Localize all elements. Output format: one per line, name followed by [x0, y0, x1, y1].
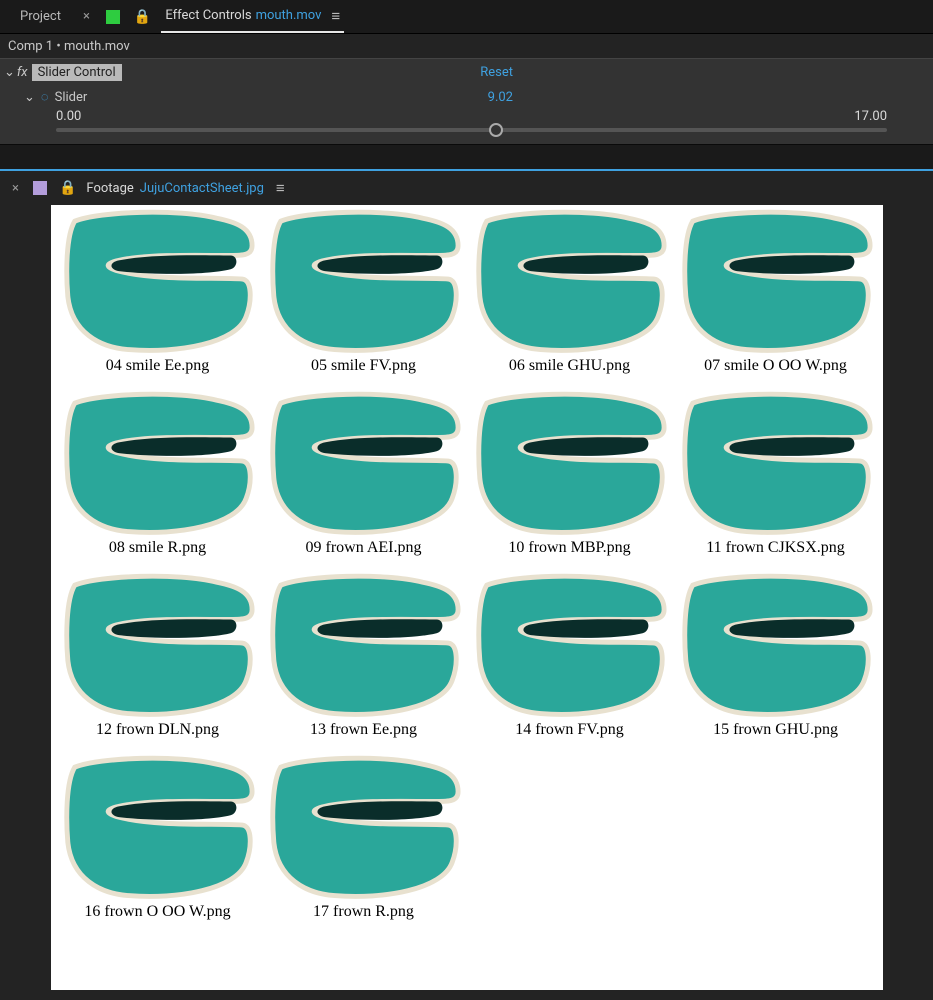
contact-sheet-cell: 14 frown FV.png [471, 569, 669, 745]
tab-effect-controls[interactable]: Effect Controls mouth.mov ≡ [161, 1, 344, 33]
tab-filename: mouth.mov [256, 8, 322, 23]
breadcrumb: Comp 1 • mouth.mov [0, 34, 933, 58]
footage-filename: JujuContactSheet.jpg [140, 181, 264, 196]
mouth-thumbnail [60, 751, 256, 901]
contact-sheet-cell: 06 smile GHU.png [471, 205, 669, 381]
thumbnail-caption: 09 frown AEI.png [306, 539, 422, 557]
thumbnail-caption: 04 smile Ee.png [106, 357, 210, 375]
close-icon[interactable]: × [77, 9, 96, 24]
mouth-thumbnail [678, 569, 874, 719]
thumbnail-caption: 06 smile GHU.png [509, 357, 630, 375]
contact-sheet-cell: 09 frown AEI.png [265, 387, 463, 563]
panel-tabrow-lower: × 🔒 Footage JujuContactSheet.jpg ≡ [0, 171, 933, 205]
panel-tabrow-upper: Project × 🔒 Effect Controls mouth.mov ≡ [0, 0, 933, 34]
mouth-thumbnail [266, 569, 462, 719]
panel-color-swatch [106, 10, 120, 24]
mouth-thumbnail [60, 569, 256, 719]
contact-sheet-cell: 11 frown CJKSX.png [677, 387, 875, 563]
mouth-thumbnail [472, 205, 668, 355]
thumbnail-caption: 15 frown GHU.png [713, 721, 838, 739]
mouth-thumbnail [60, 387, 256, 537]
footage-prefix: Footage [86, 181, 133, 196]
slider-range-labels: 0.00 17.00 [0, 109, 933, 124]
effect-controls-panel: ⌄ fx Slider Control Reset ⌄ ◌ Slider 9.0… [0, 58, 933, 145]
contact-sheet-cell: 17 frown R.png [265, 751, 463, 927]
contact-sheet-cell: 13 frown Ee.png [265, 569, 463, 745]
slider-track[interactable] [56, 128, 887, 132]
panel-color-swatch [33, 181, 47, 195]
mouth-thumbnail [266, 205, 462, 355]
thumbnail-caption: 11 frown CJKSX.png [706, 539, 845, 557]
mouth-thumbnail [472, 569, 668, 719]
contact-sheet-cell: 12 frown DLN.png [59, 569, 257, 745]
thumbnail-caption: 13 frown Ee.png [310, 721, 417, 739]
contact-sheet-cell: 16 frown O OO W.png [59, 751, 257, 927]
effect-param-row: ⌄ ◌ Slider 9.02 [0, 85, 933, 109]
lock-icon[interactable]: 🔒 [134, 9, 151, 25]
mouth-thumbnail [678, 205, 874, 355]
viewer-area[interactable]: 04 smile Ee.png 05 smile FV.png 06 smile… [0, 205, 933, 1000]
slider-min: 0.00 [56, 109, 81, 124]
thumbnail-caption: 16 frown O OO W.png [84, 903, 230, 921]
thumbnail-caption: 17 frown R.png [313, 903, 414, 921]
thumbnail-caption: 14 frown FV.png [515, 721, 624, 739]
disclosure-caret-icon[interactable]: ⌄ [4, 65, 15, 80]
contact-sheet-cell: 04 smile Ee.png [59, 205, 257, 381]
tab-label: Effect Controls [165, 8, 251, 23]
effect-name[interactable]: Slider Control [32, 64, 122, 81]
mouth-thumbnail [266, 751, 462, 901]
thumbnail-caption: 12 frown DLN.png [96, 721, 219, 739]
panel-menu-icon[interactable]: ≡ [331, 7, 340, 25]
mouth-thumbnail [472, 387, 668, 537]
contact-sheet-cell: 07 smile O OO W.png [677, 205, 875, 381]
stopwatch-icon[interactable]: ◌ [41, 89, 49, 105]
lock-icon[interactable]: 🔒 [59, 180, 76, 196]
thumbnail-caption: 07 smile O OO W.png [704, 357, 847, 375]
effect-header-row: ⌄ fx Slider Control Reset [0, 59, 933, 85]
param-value[interactable]: 9.02 [488, 90, 513, 105]
slider-max: 17.00 [854, 109, 887, 124]
tab-project[interactable]: Project [10, 3, 71, 30]
fx-badge[interactable]: fx [17, 65, 28, 80]
disclosure-caret-icon[interactable]: ⌄ [24, 90, 35, 105]
thumbnail-caption: 10 frown MBP.png [508, 539, 630, 557]
mouth-thumbnail [678, 387, 874, 537]
thumbnail-caption: 08 smile R.png [109, 539, 206, 557]
panel-menu-icon[interactable]: ≡ [276, 179, 285, 197]
contact-sheet-cell: 08 smile R.png [59, 387, 257, 563]
contact-sheet-cell: 10 frown MBP.png [471, 387, 669, 563]
reset-link[interactable]: Reset [480, 65, 513, 80]
thumbnail-caption: 05 smile FV.png [311, 357, 416, 375]
contact-sheet: 04 smile Ee.png 05 smile FV.png 06 smile… [51, 205, 883, 990]
contact-sheet-cell: 05 smile FV.png [265, 205, 463, 381]
contact-sheet-cell: 15 frown GHU.png [677, 569, 875, 745]
slider-thumb[interactable] [489, 123, 503, 137]
footage-panel: × 🔒 Footage JujuContactSheet.jpg ≡ 04 sm… [0, 169, 933, 1000]
mouth-thumbnail [60, 205, 256, 355]
mouth-thumbnail [266, 387, 462, 537]
param-label: Slider [55, 90, 88, 105]
close-icon[interactable]: × [6, 181, 25, 196]
